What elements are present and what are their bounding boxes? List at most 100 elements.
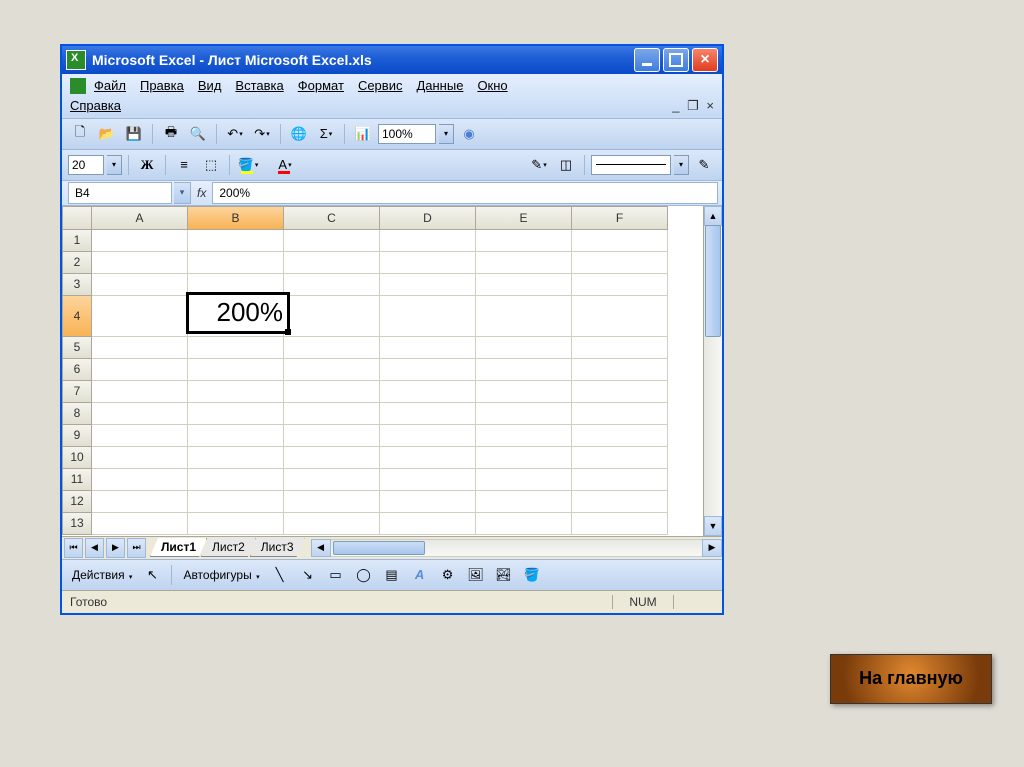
clipart-icon[interactable]: 🖼 bbox=[464, 563, 488, 587]
textbox-icon[interactable]: ▤ bbox=[380, 563, 404, 587]
select-all-corner[interactable] bbox=[62, 206, 92, 230]
scroll-thumb[interactable] bbox=[705, 225, 721, 337]
mdi-restore[interactable]: ❐ bbox=[684, 98, 703, 114]
name-box[interactable]: B4 bbox=[68, 182, 172, 204]
border-color-icon[interactable]: ✎ bbox=[692, 153, 716, 177]
zoom-dropdown[interactable]: ▾ bbox=[439, 124, 454, 144]
align-left-icon[interactable]: ≡ bbox=[172, 153, 196, 177]
horizontal-scrollbar[interactable]: ◀ ▶ bbox=[311, 539, 722, 557]
sheet-tab[interactable]: Лист3 bbox=[250, 538, 305, 557]
zoom-field[interactable]: 100% bbox=[378, 124, 436, 144]
row-header[interactable]: 13 bbox=[62, 513, 92, 535]
open-icon[interactable]: 📂 bbox=[95, 122, 119, 146]
scroll-thumb[interactable] bbox=[333, 541, 425, 555]
bold-button[interactable]: Ж bbox=[135, 153, 159, 177]
tab-last-icon[interactable]: ⏭ bbox=[127, 538, 146, 558]
row-header[interactable]: 3 bbox=[62, 274, 92, 296]
row-header[interactable]: 7 bbox=[62, 381, 92, 403]
line-icon[interactable]: ╲ bbox=[268, 563, 292, 587]
row-header[interactable]: 9 bbox=[62, 425, 92, 447]
menu-tools[interactable]: Сервис bbox=[358, 78, 403, 93]
fx-button[interactable]: fx bbox=[197, 186, 206, 200]
scroll-right-icon[interactable]: ▶ bbox=[702, 539, 722, 557]
active-cell[interactable]: 200% bbox=[186, 292, 290, 334]
autosum-icon[interactable]: Σ▾ bbox=[314, 122, 338, 146]
merge-icon[interactable]: ⬚ bbox=[199, 153, 223, 177]
menu-insert[interactable]: Вставка bbox=[235, 78, 283, 93]
rectangle-icon[interactable]: ▭ bbox=[324, 563, 348, 587]
sheet-tab[interactable]: Лист1 bbox=[150, 538, 207, 557]
mdi-minimize[interactable]: _ bbox=[672, 98, 679, 113]
mdi-close[interactable]: × bbox=[706, 98, 714, 113]
close-button[interactable]: × bbox=[692, 48, 718, 72]
row-header[interactable]: 4 bbox=[62, 296, 92, 337]
line-style[interactable] bbox=[591, 155, 671, 175]
fontsize-dropdown[interactable]: ▾ bbox=[107, 155, 122, 175]
formatting-toolbar: 20 ▾ Ж ≡ ⬚ 🪣▾ A▾ ✎▾ ◫ ▾ ✎ bbox=[62, 150, 722, 181]
maximize-button[interactable] bbox=[663, 48, 689, 72]
sheet-tab[interactable]: Лист2 bbox=[201, 538, 256, 557]
menu-edit[interactable]: Правка bbox=[140, 78, 184, 93]
formula-bar: B4 ▾ fx 200% bbox=[62, 181, 722, 206]
minimize-button[interactable] bbox=[634, 48, 660, 72]
row-header[interactable]: 5 bbox=[62, 337, 92, 359]
formula-value[interactable]: 200% bbox=[212, 182, 718, 204]
menu-help[interactable]: Справка bbox=[70, 98, 121, 114]
row-header[interactable]: 12 bbox=[62, 491, 92, 513]
row-header[interactable]: 1 bbox=[62, 230, 92, 252]
tab-next-icon[interactable]: ▶ bbox=[106, 538, 125, 558]
diagram-icon[interactable]: ⚙ bbox=[436, 563, 460, 587]
save-icon[interactable]: 💾 bbox=[122, 122, 146, 146]
autoshapes-menu[interactable]: Автофигуры ▾ bbox=[179, 566, 263, 584]
print-icon[interactable]: 🖶 bbox=[159, 122, 183, 146]
pointer-icon[interactable]: ↖ bbox=[140, 563, 164, 587]
menu-format[interactable]: Формат bbox=[298, 78, 344, 93]
col-header[interactable]: A bbox=[92, 206, 188, 230]
cells[interactable]: 200% bbox=[92, 230, 703, 535]
draw-icon[interactable]: ✎▾ bbox=[527, 153, 551, 177]
fill-color-icon[interactable]: 🪣▾ bbox=[236, 153, 270, 177]
font-color-icon[interactable]: A▾ bbox=[273, 153, 307, 177]
drawing-toolbar: Действия ▾ ↖ Автофигуры ▾ ╲ ↘ ▭ ◯ ▤ A ⚙ … bbox=[62, 559, 722, 590]
fontsize-field[interactable]: 20 bbox=[68, 155, 104, 175]
col-header[interactable]: C bbox=[284, 206, 380, 230]
grid-area: 1 2 3 4 5 6 7 8 9 10 11 12 13 A B C D E … bbox=[62, 206, 722, 536]
menu-view[interactable]: Вид bbox=[198, 78, 222, 93]
row-header[interactable]: 8 bbox=[62, 403, 92, 425]
tab-first-icon[interactable]: ⏮ bbox=[64, 538, 83, 558]
arrow-icon[interactable]: ↘ bbox=[296, 563, 320, 587]
scroll-down-icon[interactable]: ▼ bbox=[704, 516, 722, 536]
oval-icon[interactable]: ◯ bbox=[352, 563, 376, 587]
new-icon[interactable]: 🗋 bbox=[68, 122, 92, 146]
fill-icon[interactable]: 🪣 bbox=[520, 563, 544, 587]
menu-window[interactable]: Окно bbox=[477, 78, 507, 93]
redo-icon[interactable]: ↷▾ bbox=[250, 122, 274, 146]
scroll-left-icon[interactable]: ◀ bbox=[311, 539, 331, 557]
chart-icon[interactable]: 📊 bbox=[351, 122, 375, 146]
wordart-icon[interactable]: A bbox=[408, 563, 432, 587]
home-button[interactable]: На главную bbox=[830, 654, 992, 704]
menu-data[interactable]: Данные bbox=[416, 78, 463, 93]
vertical-scrollbar[interactable]: ▲ ▼ bbox=[703, 206, 722, 536]
preview-icon[interactable]: 🔍 bbox=[186, 122, 210, 146]
scroll-up-icon[interactable]: ▲ bbox=[704, 206, 722, 226]
help-icon[interactable]: ◉ bbox=[457, 122, 481, 146]
row-header[interactable]: 10 bbox=[62, 447, 92, 469]
actions-menu[interactable]: Действия ▾ bbox=[68, 566, 136, 584]
menu-file[interactable]: Файл bbox=[94, 78, 126, 93]
col-header[interactable]: F bbox=[572, 206, 668, 230]
row-header[interactable]: 6 bbox=[62, 359, 92, 381]
col-header[interactable]: D bbox=[380, 206, 476, 230]
row-header[interactable]: 2 bbox=[62, 252, 92, 274]
tab-prev-icon[interactable]: ◀ bbox=[85, 538, 104, 558]
col-header[interactable]: E bbox=[476, 206, 572, 230]
eraser-icon[interactable]: ◫ bbox=[554, 153, 578, 177]
row-header[interactable]: 11 bbox=[62, 469, 92, 491]
undo-icon[interactable]: ↶▾ bbox=[223, 122, 247, 146]
picture-icon[interactable]: 🏞 bbox=[492, 563, 516, 587]
linestyle-dropdown[interactable]: ▾ bbox=[674, 155, 689, 175]
col-header[interactable]: B bbox=[188, 206, 284, 230]
hyperlink-icon[interactable]: 🌐 bbox=[287, 122, 311, 146]
title-bar[interactable]: Microsoft Excel - Лист Microsoft Excel.x… bbox=[62, 46, 722, 74]
name-dropdown[interactable]: ▾ bbox=[174, 182, 191, 204]
